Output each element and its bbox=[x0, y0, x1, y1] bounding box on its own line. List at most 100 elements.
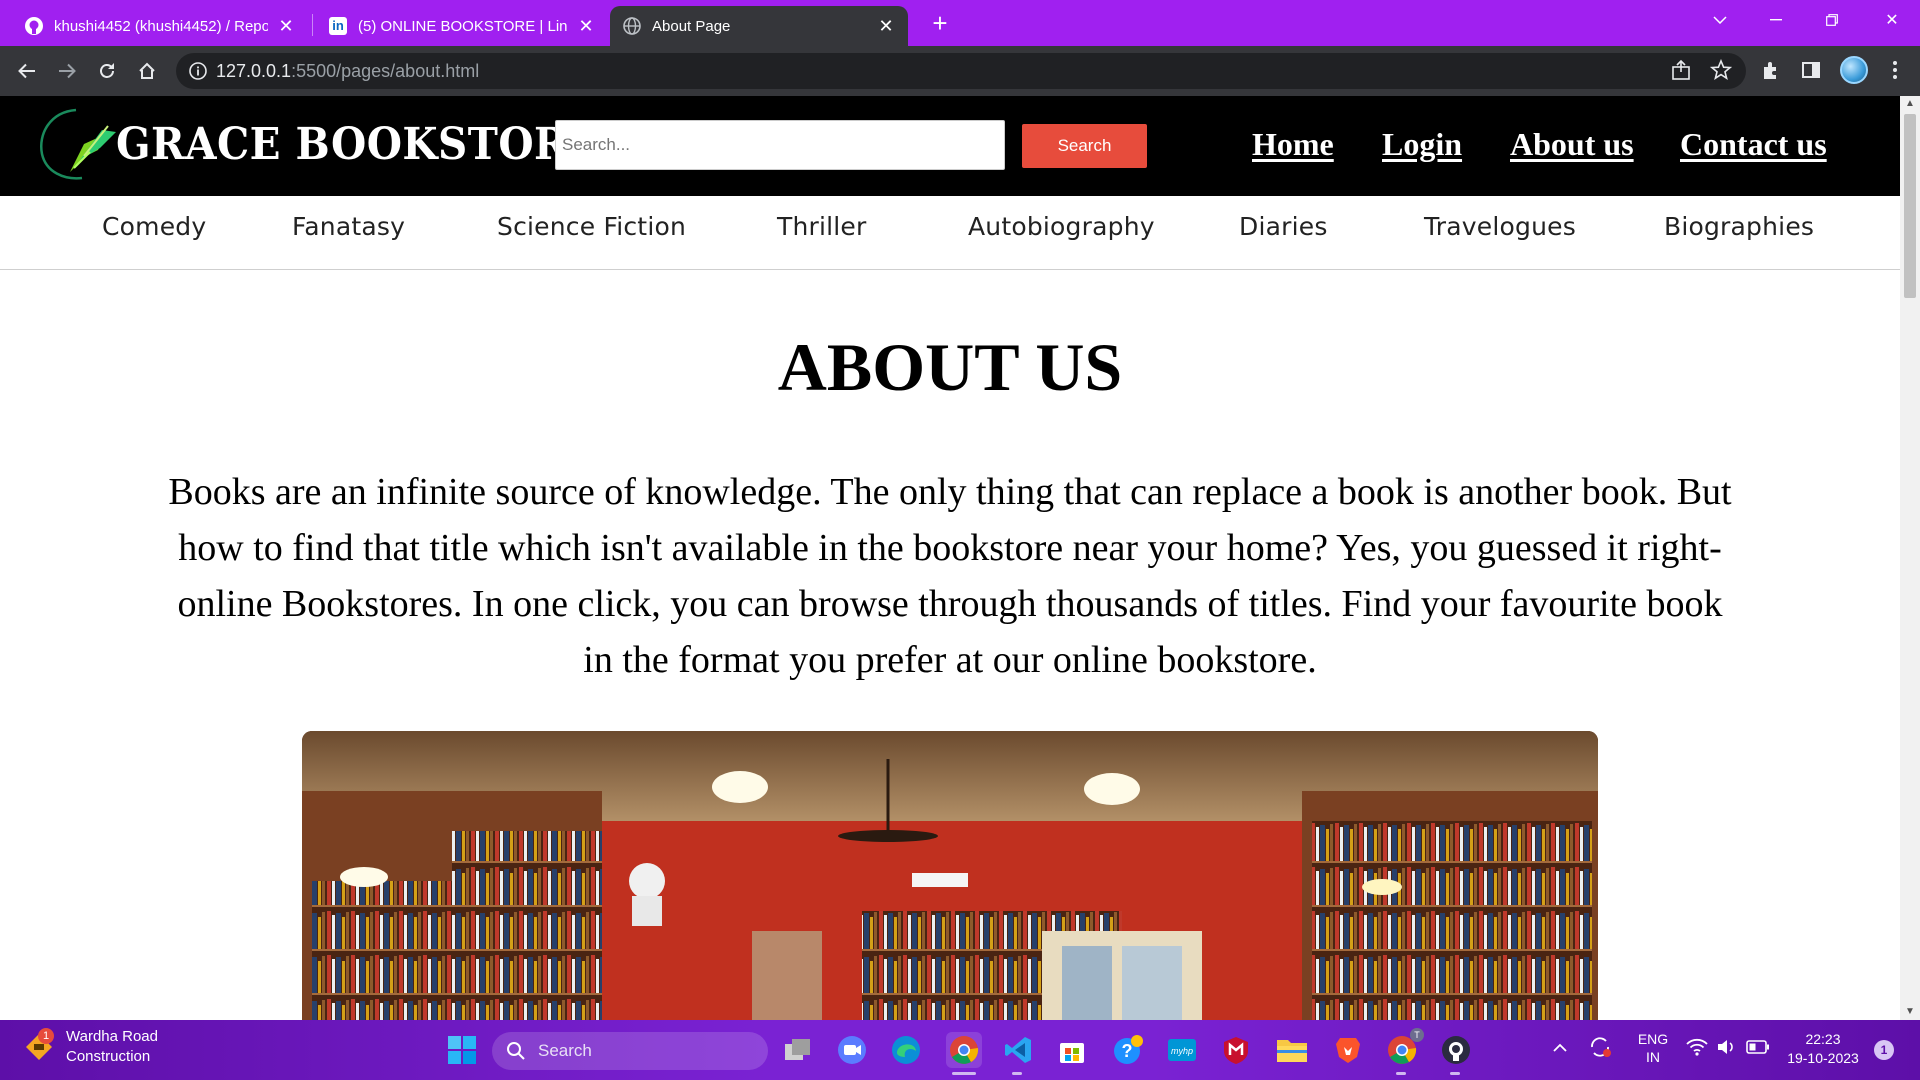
nav-home-link[interactable]: Home bbox=[1252, 126, 1334, 163]
language-code: ENG bbox=[1637, 1031, 1669, 1047]
github-desktop-icon[interactable] bbox=[1438, 1032, 1474, 1068]
close-icon[interactable]: ✕ bbox=[576, 16, 596, 37]
clock-date: 19-10-2023 bbox=[1787, 1050, 1859, 1066]
share-icon[interactable] bbox=[1670, 59, 1694, 83]
extensions-icon[interactable] bbox=[1760, 59, 1784, 83]
search-icon bbox=[507, 1042, 525, 1060]
open-app-indicator bbox=[1012, 1072, 1022, 1075]
task-view-icon[interactable] bbox=[780, 1032, 816, 1068]
scroll-up-arrow-icon[interactable]: ▲ bbox=[1900, 96, 1920, 112]
brand-name: GRACE BOOKSTORE bbox=[116, 118, 600, 170]
weather-widget[interactable]: 1 Wardha Road Construction bbox=[22, 1027, 158, 1065]
bookmark-star-icon[interactable] bbox=[1709, 58, 1734, 83]
nav-contact-link[interactable]: Contact us bbox=[1680, 126, 1827, 163]
nav-about-link[interactable]: About us bbox=[1510, 126, 1634, 163]
region-code: IN bbox=[1646, 1049, 1660, 1065]
url-path: :5500/pages/about.html bbox=[291, 60, 480, 81]
address-bar[interactable]: 127.0.0.1:5500/pages/about.html bbox=[176, 53, 1746, 89]
close-icon[interactable]: ✕ bbox=[876, 16, 896, 37]
home-icon[interactable] bbox=[133, 57, 161, 85]
genre-science-fiction[interactable]: Science Fiction bbox=[497, 212, 686, 241]
genre-nav-bar: Comedy Fanatasy Science Fiction Thriller… bbox=[0, 196, 1900, 270]
tab-title: khushi4452 (khushi4452) / Repo bbox=[54, 17, 268, 35]
language-indicator[interactable]: ENG IN bbox=[1630, 1030, 1676, 1066]
tab-title: (5) ONLINE BOOKSTORE | Linked bbox=[358, 17, 568, 35]
weather-title: Wardha Road bbox=[66, 1028, 158, 1045]
close-icon[interactable]: ✕ bbox=[276, 16, 296, 37]
scrollbar-thumb[interactable] bbox=[1904, 114, 1916, 298]
genre-thriller[interactable]: Thriller bbox=[777, 212, 867, 241]
sync-icon[interactable] bbox=[1588, 1036, 1612, 1061]
brave-icon[interactable] bbox=[1330, 1032, 1366, 1068]
zoom-icon[interactable] bbox=[834, 1032, 870, 1068]
open-app-indicator bbox=[1450, 1072, 1460, 1075]
nav-login-link[interactable]: Login bbox=[1382, 126, 1462, 163]
browser-menu-icon[interactable] bbox=[1884, 59, 1908, 83]
taskbar-search-box[interactable]: Search bbox=[492, 1032, 768, 1070]
page-title: ABOUT US bbox=[777, 329, 1123, 405]
site-header: GRACE BOOKSTORE Search Home Login About … bbox=[0, 96, 1900, 196]
help-icon[interactable]: ? bbox=[1110, 1032, 1146, 1068]
tab-separator bbox=[312, 14, 313, 36]
myhp-icon[interactable]: myhp bbox=[1164, 1032, 1200, 1068]
svg-text:myhp: myhp bbox=[1171, 1046, 1193, 1056]
genre-fantasy[interactable]: Fanatasy bbox=[292, 212, 405, 241]
scroll-down-arrow-icon[interactable]: ▼ bbox=[1900, 1004, 1920, 1020]
vscode-icon[interactable] bbox=[1000, 1032, 1036, 1068]
clock[interactable]: 22:23 19-10-2023 bbox=[1778, 1030, 1868, 1068]
site-info-icon[interactable] bbox=[188, 61, 208, 81]
about-description: Books are an infinite source of knowledg… bbox=[168, 471, 1732, 681]
chrome-icon[interactable] bbox=[946, 1032, 982, 1068]
clock-time: 22:23 bbox=[1805, 1031, 1841, 1047]
file-explorer-icon[interactable] bbox=[1274, 1032, 1310, 1068]
site-logo[interactable]: GRACE BOOKSTORE bbox=[36, 104, 599, 184]
weather-subtitle: Construction bbox=[66, 1048, 151, 1065]
tab-about-page[interactable]: About Page ✕ bbox=[610, 6, 908, 46]
genre-autobiography[interactable]: Autobiography bbox=[968, 212, 1155, 241]
browser-toolbar: 127.0.0.1:5500/pages/about.html bbox=[0, 46, 1920, 96]
active-app-indicator bbox=[952, 1072, 976, 1075]
wifi-icon[interactable] bbox=[1686, 1038, 1708, 1059]
edge-icon[interactable] bbox=[888, 1032, 924, 1068]
browser-tab-strip: khushi4452 (khushi4452) / Repo ✕ in (5) … bbox=[0, 0, 1920, 46]
linkedin-icon: in bbox=[328, 16, 348, 36]
genre-biographies[interactable]: Biographies bbox=[1664, 212, 1814, 241]
page-scrollbar[interactable]: ▲ ▼ bbox=[1900, 96, 1920, 1020]
svg-text:?: ? bbox=[1122, 1041, 1133, 1061]
bookstore-interior-image bbox=[302, 731, 1598, 1020]
side-panel-icon[interactable] bbox=[1800, 59, 1824, 83]
close-window-button[interactable]: ✕ bbox=[1864, 0, 1920, 40]
genre-travelogues[interactable]: Travelogues bbox=[1424, 212, 1576, 241]
minimize-button[interactable] bbox=[1748, 0, 1804, 40]
traffic-alert-icon: 1 bbox=[22, 1027, 56, 1064]
new-tab-button[interactable]: + bbox=[924, 8, 956, 40]
back-arrow-icon[interactable] bbox=[13, 57, 41, 85]
volume-icon[interactable] bbox=[1716, 1038, 1738, 1059]
genre-diaries[interactable]: Diaries bbox=[1239, 212, 1328, 241]
globe-icon bbox=[622, 16, 642, 36]
forward-arrow-icon[interactable] bbox=[53, 57, 81, 85]
tab-linkedin[interactable]: in (5) ONLINE BOOKSTORE | Linked ✕ bbox=[316, 6, 608, 46]
weather-alert-badge: 1 bbox=[38, 1027, 54, 1044]
github-icon bbox=[24, 16, 44, 36]
chrome-profile-icon[interactable]: T bbox=[1384, 1028, 1424, 1068]
tray-overflow-chevron-icon[interactable] bbox=[1552, 1040, 1568, 1056]
restore-button[interactable] bbox=[1804, 0, 1860, 40]
chrome-profile-badge: T bbox=[1410, 1028, 1424, 1042]
mcafee-icon[interactable] bbox=[1218, 1032, 1254, 1068]
tab-github[interactable]: khushi4452 (khushi4452) / Repo ✕ bbox=[12, 6, 308, 46]
url-host: 127.0.0.1 bbox=[216, 60, 292, 81]
profile-avatar[interactable] bbox=[1840, 56, 1868, 84]
search-input[interactable] bbox=[555, 120, 1005, 170]
search-button[interactable]: Search bbox=[1022, 124, 1147, 168]
store-icon[interactable] bbox=[1054, 1032, 1090, 1068]
windows-start-icon[interactable] bbox=[444, 1032, 480, 1068]
battery-icon[interactable] bbox=[1746, 1040, 1770, 1057]
book-leaf-logo-icon bbox=[36, 104, 124, 184]
genre-comedy[interactable]: Comedy bbox=[102, 212, 206, 241]
open-app-indicator bbox=[1396, 1072, 1406, 1075]
tab-search-chevron-icon[interactable] bbox=[1692, 0, 1748, 40]
tab-title: About Page bbox=[652, 17, 731, 35]
notification-badge[interactable]: 1 bbox=[1874, 1040, 1894, 1060]
reload-icon[interactable] bbox=[93, 57, 121, 85]
